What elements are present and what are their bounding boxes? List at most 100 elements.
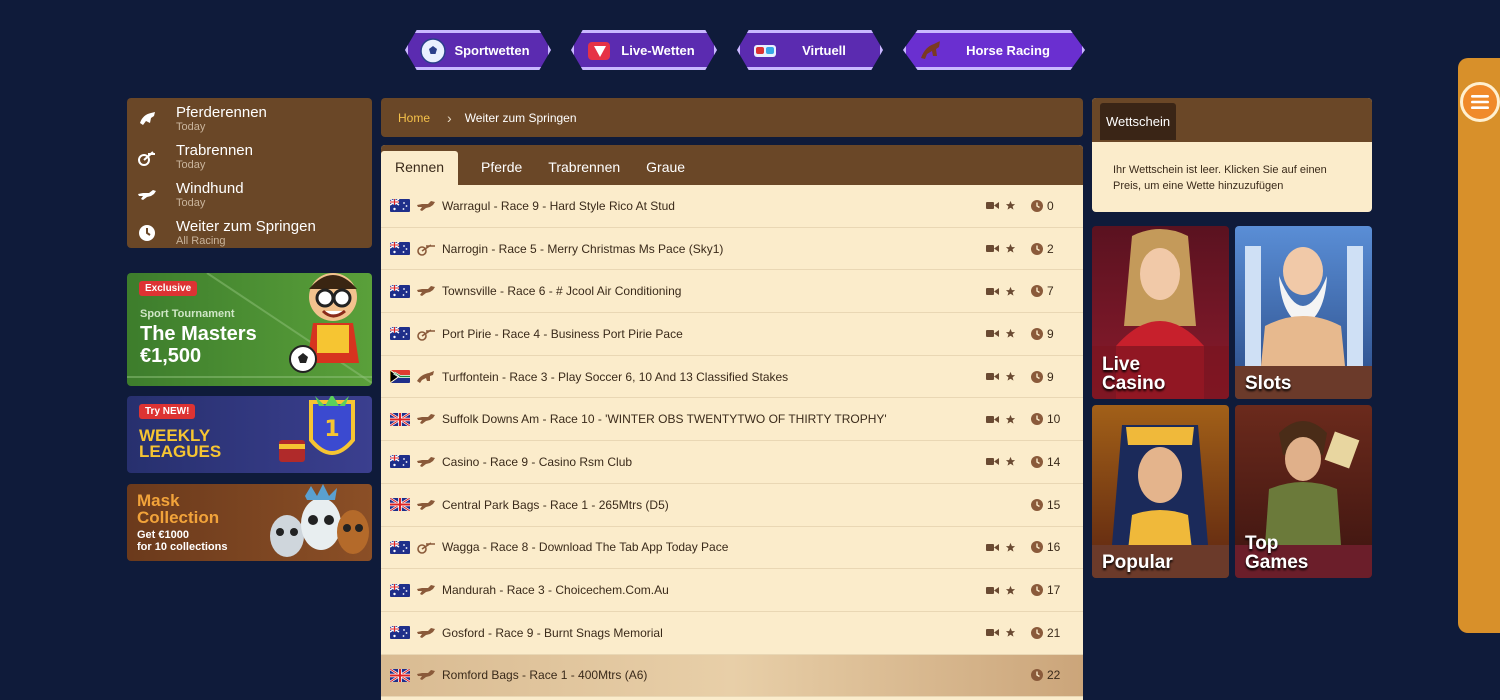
tab-graue[interactable]: Graue [633, 159, 698, 185]
clock-icon [1031, 669, 1043, 682]
racing-sidebar-menu: Pferderennen Today Trabrennen Today Wind… [127, 98, 372, 248]
hamburger-menu-button[interactable] [1460, 82, 1500, 122]
country-flag-icon [390, 284, 410, 298]
favorite-star-icon[interactable] [1005, 627, 1016, 638]
country-flag-icon [390, 455, 410, 469]
sidebar-item-pferderennen[interactable]: Pferderennen Today [127, 100, 372, 138]
masters-tournament-banner[interactable]: Exclusive Sport Tournament The Masters €… [127, 273, 372, 386]
favorite-star-icon[interactable] [1005, 456, 1016, 467]
minutes-to-start: 0 [1047, 198, 1054, 213]
minutes-to-start: 22 [1047, 668, 1061, 683]
race-row[interactable]: Port Pirie - Race 4 - Business Port Piri… [381, 313, 1083, 356]
promo-amount: €1,500 [140, 345, 202, 367]
top-games-tile[interactable]: Top Games [1235, 405, 1372, 578]
minutes-to-start: 15 [1047, 497, 1061, 512]
video-camera-icon [986, 245, 999, 253]
video-camera-icon [986, 330, 999, 338]
minutes-to-start: 14 [1047, 454, 1061, 469]
tab-pferde[interactable]: Pferde [458, 159, 535, 185]
betslip-tab[interactable]: Wettschein [1100, 103, 1177, 140]
favorite-star-icon[interactable] [1005, 328, 1016, 339]
favorite-star-icon[interactable] [1005, 243, 1016, 254]
slots-tile[interactable]: Slots [1235, 226, 1372, 399]
greyhound-icon [416, 455, 436, 469]
tab-trabrennen[interactable]: Trabrennen [535, 159, 633, 185]
race-row[interactable]: Gosford - Race 9 - Burnt Snags Memorial 2… [381, 612, 1083, 655]
race-row[interactable]: Narrogin - Race 5 - Merry Christmas Ms P… [381, 228, 1083, 271]
race-row[interactable]: Townsville - Race 6 - # Jcool Air Condit… [381, 270, 1083, 314]
favorite-star-icon[interactable] [1005, 585, 1016, 596]
race-row[interactable]: Casino - Race 9 - Casino Rsm Club 14 [381, 441, 1083, 484]
race-name: Narrogin - Race 5 - Merry Christmas Ms P… [442, 241, 724, 256]
nav-horse-racing-button[interactable]: Horse Racing [903, 30, 1085, 70]
minutes-to-start: 9 [1047, 369, 1054, 384]
clock-icon [1031, 626, 1043, 639]
favorite-star-icon[interactable] [1005, 200, 1016, 211]
country-flag-icon [390, 583, 410, 597]
nav-virtuell-button[interactable]: Virtuell [737, 30, 883, 70]
mask-collection-banner[interactable]: Mask Collection Get €1000 for 10 collect… [127, 484, 372, 561]
race-list: Warragul - Race 9 - Hard Style Rico At S… [381, 185, 1083, 698]
video-camera-icon [986, 287, 999, 295]
clock-icon [1031, 199, 1043, 212]
race-status-icons [986, 542, 1016, 553]
side-drawer-tab[interactable] [1458, 58, 1500, 633]
race-row[interactable]: Wagga - Race 8 - Download The Tab App To… [381, 527, 1083, 570]
favorite-star-icon[interactable] [1005, 286, 1016, 297]
clock-icon [1031, 327, 1043, 340]
race-row[interactable]: Turffontein - Race 3 - Play Soccer 6, 10… [381, 356, 1083, 399]
horse-head-icon [140, 112, 155, 125]
race-name: Port Pirie - Race 4 - Business Port Piri… [442, 326, 683, 341]
clock-icon [1031, 370, 1043, 383]
clock-icon [1031, 584, 1043, 597]
sidebar-item-subtitle: All Racing [176, 234, 226, 247]
betslip-empty-message: Ihr Wettschein ist leer. Klicken Sie auf… [1113, 164, 1327, 192]
favorite-star-icon[interactable] [1005, 542, 1016, 553]
race-status-icons [986, 371, 1016, 382]
greyhound-icon [416, 583, 436, 597]
harness-icon [416, 327, 436, 341]
mascot-character-icon [289, 273, 359, 373]
sidebar-item-weiter-zum-springen[interactable]: Weiter zum Springen All Racing [127, 214, 372, 252]
minutes-to-start: 17 [1047, 583, 1061, 598]
race-row[interactable]: Suffolk Downs Am - Race 10 - 'WINTER OBS… [381, 398, 1083, 442]
minutes-to-start: 10 [1047, 412, 1061, 427]
race-name: Casino - Race 9 - Casino Rsm Club [442, 454, 633, 469]
tab-rennen[interactable]: Rennen [381, 151, 459, 185]
popular-tile[interactable]: Popular [1092, 405, 1229, 578]
masks-icon [270, 484, 369, 557]
race-row[interactable]: Romford Bags - Race 1 - 400Mtrs (A6) 22 [381, 654, 1083, 698]
promo-title-line1: Mask [137, 491, 180, 510]
favorite-star-icon[interactable] [1005, 414, 1016, 425]
favorite-star-icon[interactable] [1005, 371, 1016, 382]
clock-icon [1031, 498, 1043, 511]
live-casino-tile[interactable]: Live Casino [1092, 226, 1229, 399]
greyhound-icon [138, 190, 156, 200]
breadcrumb-current: Weiter zum Springen [464, 110, 577, 125]
promo-offer-line2: for 10 collections [137, 541, 228, 553]
breadcrumb: Home › Weiter zum Springen [381, 98, 1083, 137]
race-row[interactable]: Mandurah - Race 3 - Choicechem.Com.Au 17 [381, 569, 1083, 612]
vr-goggles-icon [754, 45, 776, 57]
video-camera-icon [986, 415, 999, 423]
betslip-header: Wettschein [1092, 98, 1372, 142]
race-row[interactable]: Warragul - Race 9 - Hard Style Rico At S… [381, 185, 1083, 228]
greyhound-icon [416, 412, 436, 426]
minutes-to-start: 16 [1047, 540, 1061, 555]
country-flag-icon [390, 199, 410, 213]
tile-label: Slots [1245, 373, 1292, 394]
clock-icon [139, 225, 155, 241]
race-row[interactable]: Central Park Bags - Race 1 - 265Mtrs (D5… [381, 484, 1083, 527]
betslip-panel: Wettschein Ihr Wettschein ist leer. Klic… [1092, 98, 1372, 212]
trophy-shield-icon: 1 [279, 396, 355, 462]
minutes-to-start: 21 [1047, 625, 1061, 640]
horse-icon [416, 370, 436, 384]
video-camera-icon [986, 373, 999, 381]
breadcrumb-home-link[interactable]: Home [398, 111, 430, 125]
sidebar-item-windhund[interactable]: Windhund Today [127, 176, 372, 214]
nav-live-wetten-button[interactable]: Live-Wetten [571, 30, 717, 70]
sidebar-item-trabrennen[interactable]: Trabrennen Today [127, 138, 372, 176]
nav-sportwetten-button[interactable]: Sportwetten [405, 30, 551, 70]
weekly-leagues-banner[interactable]: Try NEW! WEEKLY LEAGUES 1 [127, 396, 372, 473]
clock-icon [1031, 541, 1043, 554]
